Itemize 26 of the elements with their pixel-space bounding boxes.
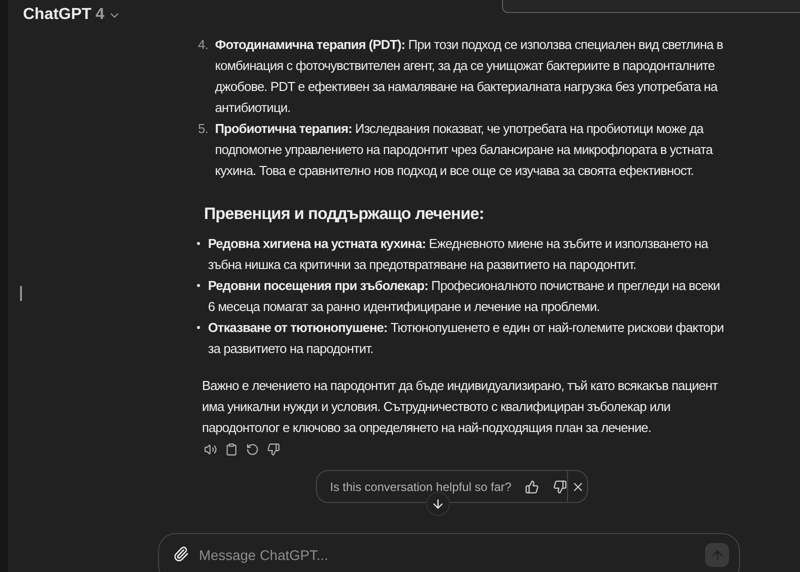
clipboard-icon[interactable]	[225, 443, 238, 456]
bullet-dot	[197, 284, 200, 287]
message-paragraph: Важно е лечението на пародонтит да бъде индивидуализирано, тъй като всякакъв пациент има уникални нужди и условия. Сътрудничеството с квалифициран зъболекар или пародонтолог е ключово за определянето на най-подходящия план за лечение.	[202, 377, 719, 437]
thumbs-up-icon[interactable]	[525, 480, 540, 494]
scroll-down-button[interactable]	[426, 492, 450, 516]
thumbs-down-icon[interactable]	[553, 480, 568, 494]
list-number: 4.	[197, 36, 209, 54]
bullet-dot	[197, 242, 200, 245]
regenerate-icon[interactable]	[246, 443, 259, 456]
list-item-text: Отказване от тютюнопушене: Тютюнопушенето е един от най-големите рискови фактори за развитието на пародонтит.	[208, 319, 724, 358]
section-heading: Превенция и поддържащо лечение:	[204, 204, 485, 225]
paperclip-icon[interactable]	[173, 546, 189, 562]
list-item-text: Редовни посещения при зъболекар: Професионалното почистване и прегледи на всеки 6 месеца помагат за ранно идентифициране и лечение на проблеми.	[208, 277, 721, 316]
message-field[interactable]: Message ChatGPT...	[158, 533, 740, 572]
bullet-dot	[197, 326, 200, 329]
list-item-text: Пробиотична терапия: Изследвания показват, че употребата на пробиотици може да подпомогне управлението на пародонтит чрез балансиране на микрофлората в устната кухина. Това е сравнително нов подход и все още се изучава за своята ефективност.	[215, 120, 714, 180]
speaker-icon[interactable]	[204, 443, 217, 456]
model-selector[interactable]: ChatGPT 4	[23, 6, 122, 24]
list-item-text: Фотодинамична терапия (PDT): При този подход се използва специален вид светлина в комбинация с фоточувствителен агент, за да се унищожат бактериите в пародонталните джобове. PDT е ефективен за намаляване на бактериалната нагрузка без употребата на антибиотици.	[215, 36, 724, 117]
arrow-down-icon	[431, 497, 445, 511]
feedback-question: Is this conversation helpful so far?	[330, 480, 512, 494]
list-item-text: Редовна хигиена на устната кухина: Ежедневното миене на зъбите и използването на зъбна нишка са критични за предотвратяване на развитието на пародонтит.	[208, 235, 710, 274]
thumbs-down-icon[interactable]	[267, 443, 280, 456]
list-number: 5.	[197, 120, 209, 138]
message-input[interactable]: Message ChatGPT...	[197, 543, 705, 567]
text-cursor-icon	[20, 286, 22, 301]
